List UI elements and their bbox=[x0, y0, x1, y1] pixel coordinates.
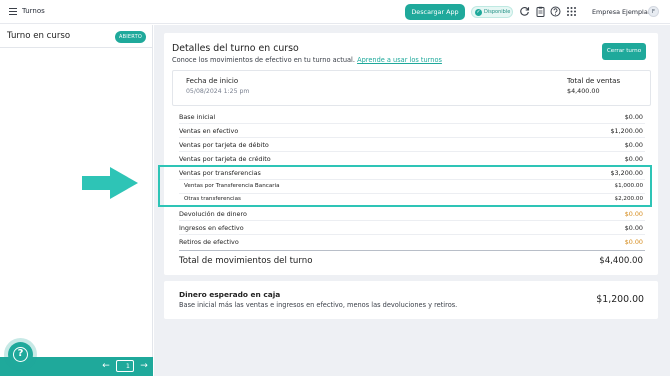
close-shift-button[interactable]: Cerrar turno bbox=[602, 43, 646, 60]
table-row: Ventas en efectivo $1,200.00 bbox=[179, 125, 645, 138]
clipboard-icon[interactable] bbox=[535, 6, 546, 17]
table-row: Ventas por tarjeta de débito $0.00 bbox=[179, 139, 645, 152]
total-movements-value: $4,400.00 bbox=[599, 256, 643, 266]
avatar[interactable]: F bbox=[648, 6, 659, 17]
total-movements-label: Total de movimientos del turno bbox=[179, 256, 313, 266]
help-circle-icon[interactable] bbox=[550, 6, 561, 17]
total-sales-label: Total de ventas bbox=[567, 77, 621, 85]
subtitle-text: Conoce los movimientos de efectivo en tu… bbox=[172, 56, 355, 64]
row-value: $0.00 bbox=[624, 113, 643, 121]
top-bar: Turnos Descargar App ✓ Disponible Empres… bbox=[0, 0, 670, 24]
expected-cash-value: $1,200.00 bbox=[596, 294, 644, 305]
total-movements-row: Total de movimientos del turno $4,400.00 bbox=[179, 250, 645, 271]
table-row: Ingresos en efectivo $0.00 bbox=[179, 222, 645, 235]
table-row: Devolución de dinero $0.00 bbox=[179, 208, 645, 221]
start-date-label: Fecha de inicio bbox=[186, 77, 239, 85]
row-label: Ventas por tarjeta de crédito bbox=[179, 155, 271, 163]
row-value: $0.00 bbox=[624, 210, 643, 218]
row-value: $1,200.00 bbox=[610, 127, 643, 135]
row-value: $0.00 bbox=[624, 155, 643, 163]
shift-sidebar: Turno en curso ABIERTO ← 1 → bbox=[0, 25, 153, 376]
row-label: Ventas en efectivo bbox=[179, 127, 239, 135]
status-badge[interactable]: ✓ Disponible bbox=[471, 6, 513, 18]
refresh-icon[interactable] bbox=[519, 6, 530, 17]
menu-icon[interactable] bbox=[9, 8, 17, 15]
status-label: Disponible bbox=[484, 9, 511, 15]
transfers-highlight bbox=[158, 165, 652, 207]
row-label: Ventas por tarjeta de débito bbox=[179, 141, 269, 149]
arrow-right-icon[interactable]: → bbox=[138, 360, 150, 372]
download-app-button[interactable]: Descargar App bbox=[405, 4, 465, 20]
expected-cash-title: Dinero esperado en caja bbox=[179, 290, 281, 299]
expected-cash-description: Base inicial más las ventas e ingresos e… bbox=[179, 301, 458, 309]
apps-grid-icon[interactable] bbox=[566, 6, 577, 17]
row-value: $0.00 bbox=[624, 238, 643, 246]
company-name[interactable]: Empresa Ejemplar bbox=[592, 8, 650, 16]
app-title: Turnos bbox=[22, 7, 45, 15]
expected-cash-card bbox=[164, 281, 658, 319]
table-row: Retiros de efectivo $0.00 bbox=[179, 236, 645, 249]
row-label: Retiros de efectivo bbox=[179, 238, 239, 246]
row-label: Devolución de dinero bbox=[179, 210, 247, 218]
page-subtitle: Conoce los movimientos de efectivo en tu… bbox=[172, 56, 442, 64]
row-value: $0.00 bbox=[624, 141, 643, 149]
shift-title: Turno en curso bbox=[7, 31, 71, 41]
total-sales-value: $4,400.00 bbox=[567, 87, 600, 95]
table-row: Base inicial $0.00 bbox=[179, 111, 645, 124]
shift-status-badge: ABIERTO bbox=[115, 31, 146, 43]
pointer-arrow-icon bbox=[82, 167, 138, 199]
page-number-input[interactable]: 1 bbox=[116, 360, 134, 372]
shift-list-item[interactable]: Turno en curso ABIERTO bbox=[0, 25, 153, 48]
learn-shifts-link[interactable]: Aprende a usar los turnos bbox=[357, 56, 442, 64]
page-title: Detalles del turno en curso bbox=[172, 43, 299, 54]
status-check-icon: ✓ bbox=[475, 9, 482, 16]
row-label: Ingresos en efectivo bbox=[179, 224, 244, 232]
arrow-left-icon[interactable]: ← bbox=[100, 360, 112, 372]
row-label: Base inicial bbox=[179, 113, 216, 121]
start-date-value: 05/08/2024 1:25 pm bbox=[186, 88, 250, 95]
row-value: $0.00 bbox=[624, 224, 643, 232]
help-icon[interactable]: ? bbox=[8, 342, 33, 367]
